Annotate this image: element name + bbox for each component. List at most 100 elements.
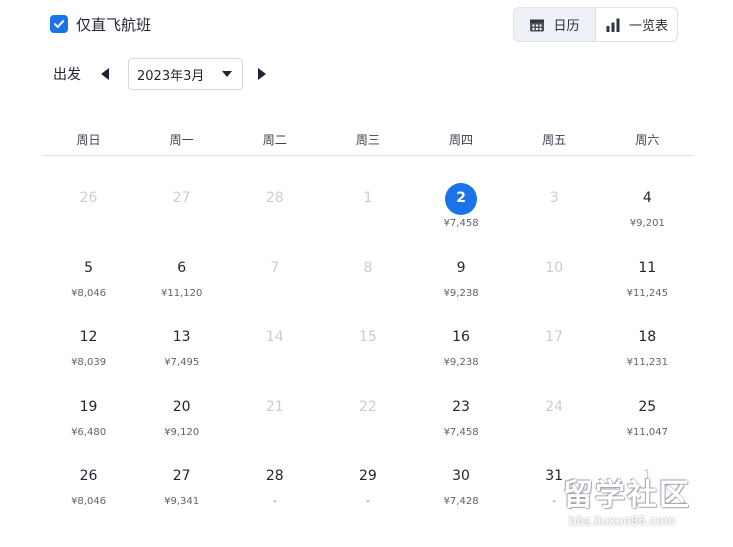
day-number: 28 — [265, 468, 284, 484]
day-number: 26 — [79, 190, 98, 206]
calendar-day: 1 — [321, 157, 414, 227]
day-price: ¥9,341 — [164, 496, 200, 507]
bar-chart-icon — [605, 17, 621, 33]
calendar-day[interactable]: 11 ¥11,245 — [601, 227, 694, 299]
calendar-day[interactable]: 28 - — [228, 435, 321, 507]
direct-only-filter[interactable]: 仅直飞航班 — [50, 12, 151, 36]
day-number: 11 — [638, 259, 657, 276]
calendar-week-row: 5 ¥8,046 6 ¥11,120 7 8 9 ¥9,238 10 11 ¥11,245 — [42, 227, 694, 299]
caret-left-icon — [101, 68, 109, 80]
month-select[interactable]: 2023年3月 — [128, 58, 243, 90]
day-number: 29 — [359, 468, 377, 484]
day-price: ¥7,428 — [443, 496, 479, 507]
weekday-label: 周日 — [76, 133, 101, 147]
calendar-day: 3 — [508, 157, 601, 227]
day-number: 15 — [359, 329, 377, 345]
day-number: 22 — [359, 398, 377, 415]
watermark-url: bbs.liuxue86.com — [569, 514, 676, 528]
day-number: 27 — [172, 190, 191, 206]
calendar-day[interactable]: 27 ¥9,341 — [135, 435, 228, 507]
day-number: 26 — [79, 468, 98, 484]
calendar-day[interactable]: 19 ¥6,480 — [42, 366, 135, 438]
calendar-day[interactable]: 20 ¥9,120 — [135, 366, 228, 438]
day-number: 16 — [452, 329, 470, 345]
calendar-week-row: 26 27 28 1 2 ¥7,458 3 4 ¥9,201 — [42, 157, 694, 229]
calendar-week-row: 19 ¥6,480 20 ¥9,120 21 22 23 ¥7,458 24 25 ¥11,047 — [42, 366, 694, 438]
calendar-day: 14 — [228, 296, 321, 366]
calendar-day: 10 — [508, 227, 601, 297]
calendar-day[interactable]: 6 ¥11,120 — [135, 227, 228, 299]
calendar-day[interactable]: 16 ¥9,238 — [415, 296, 508, 368]
day-number: 27 — [172, 468, 191, 484]
day-number: 21 — [265, 398, 284, 415]
next-month-button[interactable] — [253, 65, 271, 83]
calendar-view-label: 日历 — [553, 19, 580, 34]
day-number: 12 — [79, 329, 98, 345]
day-number: 1 — [363, 190, 373, 206]
direct-only-label: 仅直飞航班 — [76, 15, 152, 34]
calendar-day[interactable]: 29 - — [321, 435, 414, 507]
depart-label: 出发 — [53, 67, 81, 83]
day-number: 5 — [84, 259, 94, 276]
day-number: 18 — [638, 329, 657, 345]
calendar-day: 21 — [228, 366, 321, 436]
watermark: 留学社区 bbs.liuxue86.com — [563, 478, 723, 540]
month-select-value: 2023年3月 — [137, 68, 205, 84]
calendar-icon — [529, 17, 545, 33]
calendar-day[interactable]: 25 ¥11,047 — [601, 366, 694, 438]
depart-month-row: 出发 2023年3月 — [53, 58, 271, 90]
calendar-day[interactable]: 26 ¥8,046 — [42, 435, 135, 507]
day-price: - — [366, 496, 370, 507]
calendar-day[interactable]: 18 ¥11,231 — [601, 296, 694, 368]
chevron-down-icon — [222, 71, 232, 77]
day-number: 23 — [452, 398, 470, 415]
weekday-label: 周三 — [355, 133, 380, 147]
calendar-day: 26 — [42, 157, 135, 227]
calendar-grid: 26 27 28 1 2 ¥7,458 3 4 ¥9,201 5 ¥8,046 6 ¥11,120 7 8 9… — [42, 157, 694, 507]
calendar-view-button[interactable]: 日历 — [514, 8, 596, 41]
day-number: 17 — [545, 329, 564, 345]
day-number: 2 — [456, 190, 466, 206]
calendar-week-row: 12 ¥8,039 13 ¥7,495 14 15 16 ¥9,238 17 18 ¥11,231 — [42, 296, 694, 368]
weekday-label: 周六 — [635, 133, 660, 147]
calendar-day: 8 — [321, 227, 414, 297]
day-number: 20 — [172, 398, 191, 415]
weekday-label: 周一 — [169, 133, 194, 147]
calendar-day[interactable]: 5 ¥8,046 — [42, 227, 135, 299]
day-number: 19 — [79, 398, 98, 415]
direct-only-checkbox[interactable] — [50, 15, 68, 33]
list-view-button[interactable]: 一览表 — [596, 8, 677, 41]
calendar-day[interactable]: 23 ¥7,458 — [415, 366, 508, 438]
calendar-day: 22 — [321, 366, 414, 436]
watermark-title: 留学社区 — [563, 478, 691, 513]
day-number: 6 — [177, 259, 187, 276]
calendar-day-selected[interactable]: 2 ¥7,458 — [415, 157, 508, 229]
day-number: 9 — [456, 259, 466, 276]
day-number: 4 — [642, 190, 652, 206]
calendar-day: 15 — [321, 296, 414, 366]
calendar-day: 17 — [508, 296, 601, 366]
checkmark-icon — [54, 20, 64, 28]
calendar-day: 24 — [508, 366, 601, 436]
day-number: 28 — [265, 190, 284, 206]
calendar-day[interactable]: 12 ¥8,039 — [42, 296, 135, 368]
calendar-day[interactable]: 4 ¥9,201 — [601, 157, 694, 229]
day-price: - — [273, 496, 277, 507]
calendar-day[interactable]: 13 ¥7,495 — [135, 296, 228, 368]
calendar-day[interactable]: 30 ¥7,428 — [415, 435, 508, 507]
weekday-header: 周日 周一 周二 周三 周四 周五 周六 — [42, 126, 694, 156]
caret-right-icon — [258, 68, 266, 80]
day-price: ¥8,046 — [71, 496, 107, 507]
day-number: 8 — [363, 259, 373, 276]
weekday-label: 周四 — [449, 133, 474, 147]
calendar-day[interactable]: 9 ¥9,238 — [415, 227, 508, 299]
day-number: 30 — [452, 468, 470, 484]
day-number: 3 — [549, 190, 559, 206]
day-number: 24 — [545, 398, 564, 415]
day-number: 13 — [172, 329, 191, 345]
weekday-label: 周二 — [262, 133, 287, 147]
prev-month-button[interactable] — [96, 65, 114, 83]
day-number: 10 — [545, 259, 564, 276]
day-number: 7 — [270, 259, 280, 276]
day-number: 14 — [265, 329, 284, 345]
